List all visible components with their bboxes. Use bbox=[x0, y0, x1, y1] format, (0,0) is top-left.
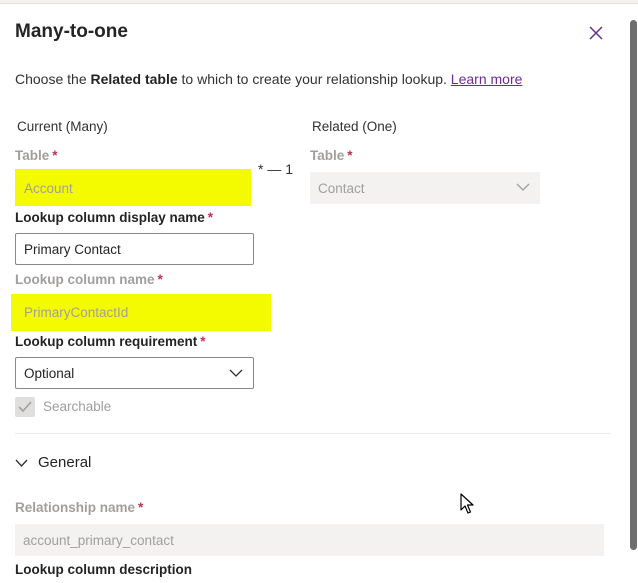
lookup-column-name-field: PrimaryContactId bbox=[24, 304, 129, 320]
close-icon bbox=[589, 26, 603, 40]
required-mark: * bbox=[52, 148, 58, 163]
lookup-display-name-input[interactable]: Primary Contact bbox=[15, 233, 254, 265]
lookup-display-name-label: Lookup column display name * bbox=[15, 210, 214, 225]
related-one-heading: Related (One) bbox=[312, 119, 397, 134]
chevron-down-icon bbox=[229, 369, 243, 377]
current-table-label: Table * bbox=[15, 148, 58, 163]
checkmark-icon bbox=[18, 401, 32, 413]
related-table-label: Table * bbox=[310, 148, 353, 163]
required-mark: * bbox=[200, 334, 206, 349]
section-divider bbox=[15, 433, 611, 434]
close-button[interactable] bbox=[585, 22, 607, 44]
searchable-checkbox bbox=[15, 397, 35, 417]
relationship-name-label: Relationship name * bbox=[15, 500, 144, 515]
required-mark: * bbox=[157, 272, 163, 287]
mouse-pointer-icon bbox=[460, 493, 474, 514]
lookup-column-name-label: Lookup column name * bbox=[15, 272, 163, 287]
required-mark: * bbox=[207, 210, 214, 225]
lookup-column-description-label: Lookup column description bbox=[15, 562, 193, 577]
current-many-heading: Current (Many) bbox=[17, 119, 108, 134]
panel-title: Many-to-one bbox=[15, 21, 128, 42]
scrollbar-thumb[interactable] bbox=[630, 20, 637, 550]
learn-more-link[interactable]: Learn more bbox=[451, 71, 523, 87]
lookup-requirement-label: Lookup column requirement * bbox=[15, 334, 206, 349]
panel-description: Choose the Related table to which to cre… bbox=[15, 71, 523, 87]
chevron-down-icon bbox=[516, 183, 530, 191]
general-section-toggle[interactable]: General bbox=[15, 454, 91, 471]
panel-top-border bbox=[0, 0, 638, 4]
required-mark: * bbox=[347, 148, 353, 163]
related-table-select: Contact bbox=[310, 172, 540, 204]
relationship-name-field: account_primary_contact bbox=[15, 524, 604, 556]
chevron-down-icon bbox=[15, 459, 28, 467]
general-section-label: General bbox=[38, 454, 92, 471]
required-mark: * bbox=[138, 500, 144, 515]
relationship-cardinality: * — 1 bbox=[258, 161, 294, 177]
searchable-label: Searchable bbox=[43, 399, 112, 414]
lookup-requirement-dropdown[interactable]: Optional bbox=[15, 357, 254, 389]
current-table-field: Account bbox=[24, 180, 73, 196]
